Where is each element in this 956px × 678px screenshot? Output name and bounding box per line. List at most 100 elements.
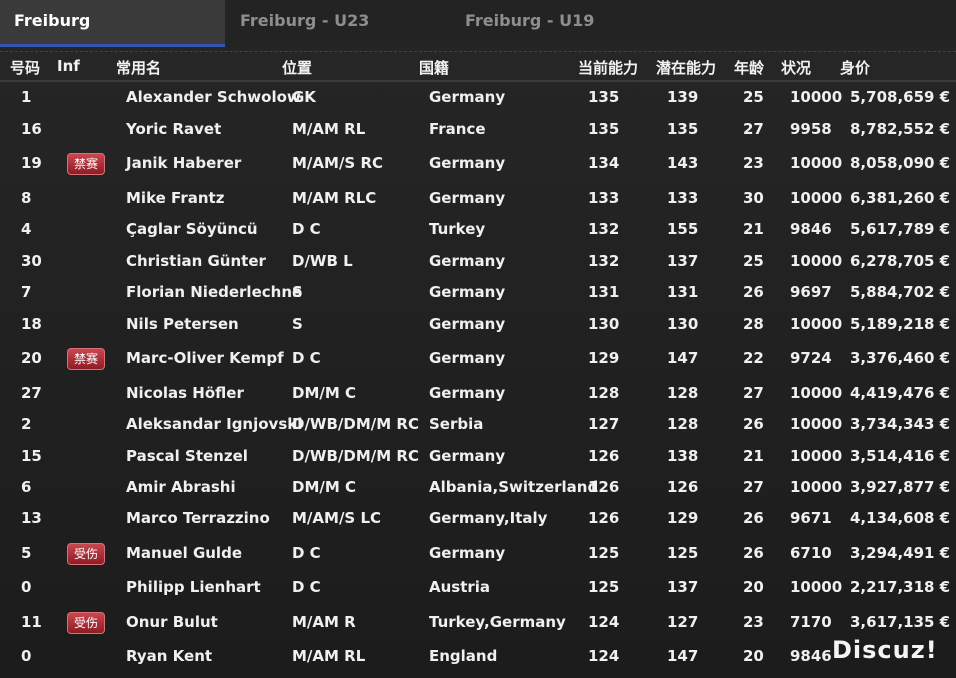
injury-badge[interactable]: 受伤: [67, 543, 105, 565]
player-nation: Germany: [429, 154, 506, 172]
player-number: 27: [21, 384, 42, 402]
player-potential-ability: 128: [667, 415, 699, 433]
table-row[interactable]: 16 Yoric Ravet M/AM RL France 135 135 27 9958 8,…: [0, 120, 956, 140]
player-position: D/WB/DM/M RC: [292, 415, 419, 433]
table-row[interactable]: 30 Christian Günter D/WB L Germany 132 137 25 1…: [0, 252, 956, 272]
player-value: 6,278,705 €: [850, 252, 951, 270]
table-row[interactable]: 11 Onur Bulut M/AM R Turkey,Germany 124 127 23…: [0, 612, 956, 634]
player-potential-ability: 139: [667, 88, 699, 106]
squad-tab-bar: Freiburg Freiburg - U23 Freiburg - U19: [0, 0, 956, 47]
player-number: 8: [21, 189, 32, 207]
column-header-number[interactable]: 号码: [10, 57, 40, 78]
table-row[interactable]: 18 Nils Petersen S Germany 130 130 28 10000 5,18…: [0, 315, 956, 335]
player-condition: 6710: [790, 544, 832, 562]
player-condition: 9846: [790, 220, 832, 238]
player-name: Nicolas Höfler: [126, 384, 244, 402]
table-row[interactable]: 27 Nicolas Höfler DM/M C Germany 128 128 27 100…: [0, 384, 956, 404]
table-row[interactable]: 4 Çaglar Söyüncü D C Turkey 132 155 21 9846 5,61…: [0, 220, 956, 240]
player-condition: 10000: [790, 88, 843, 106]
column-header-value[interactable]: 身价: [840, 57, 870, 78]
player-value: 3,294,491 €: [850, 544, 951, 562]
column-header-age[interactable]: 年龄: [734, 57, 764, 78]
table-row[interactable]: 19 Janik Haberer M/AM/S RC Germany 134 143 23 1…: [0, 153, 956, 175]
player-name: Marc-Oliver Kempf: [126, 349, 284, 367]
player-position: D C: [292, 349, 321, 367]
player-nation: Austria: [429, 578, 491, 596]
table-row[interactable]: 0 Philipp Lienhart D C Austria 125 137 20 10000…: [0, 578, 956, 598]
column-header-name[interactable]: 常用名: [116, 57, 161, 78]
player-number: 6: [21, 478, 32, 496]
table-row[interactable]: 2 Aleksandar Ignjovski D/WB/DM/M RC Serbia 1…: [0, 415, 956, 435]
player-number: 20: [21, 349, 42, 367]
player-name: Ryan Kent: [126, 647, 213, 665]
tab-freiburg-u19[interactable]: Freiburg - U19: [465, 0, 594, 44]
column-header-position[interactable]: 位置: [282, 57, 312, 78]
player-position: M/AM/S LC: [292, 509, 382, 527]
watermark-logo: Discuz!: [832, 636, 938, 664]
player-condition: 10000: [790, 447, 843, 465]
player-value: 3,514,416 €: [850, 447, 951, 465]
player-age: 26: [743, 509, 764, 527]
table-row[interactable]: 15 Pascal Stenzel D/WB/DM/M RC Germany 126 13…: [0, 447, 956, 467]
player-current-ability: 125: [588, 544, 620, 562]
tab-freiburg-u23[interactable]: Freiburg - U23: [240, 0, 369, 44]
player-nation: England: [429, 647, 498, 665]
player-nation: Germany: [429, 88, 506, 106]
player-potential-ability: 126: [667, 478, 699, 496]
player-current-ability: 128: [588, 384, 620, 402]
player-age: 27: [743, 384, 764, 402]
column-header-inf[interactable]: Inf: [57, 57, 80, 75]
player-condition: 10000: [790, 578, 843, 596]
player-position: D C: [292, 220, 321, 238]
column-header-condition[interactable]: 状况: [781, 57, 811, 78]
table-row[interactable]: 7 Florian Niederlechne S Germany 131 131 26 969…: [0, 283, 956, 303]
table-row[interactable]: 6 Amir Abrashi DM/M C Albania,Switzerland 12…: [0, 478, 956, 498]
column-header-pa[interactable]: 潜在能力: [656, 57, 716, 78]
player-nation: Germany,Italy: [429, 509, 548, 527]
player-current-ability: 126: [588, 509, 620, 527]
player-current-ability: 132: [588, 220, 620, 238]
player-name: Marco Terrazzino: [126, 509, 270, 527]
player-name: Philipp Lienhart: [126, 578, 261, 596]
player-nation: Albania,Switzerland: [429, 478, 599, 496]
player-age: 22: [743, 349, 764, 367]
column-header-ca[interactable]: 当前能力: [578, 57, 638, 78]
table-row[interactable]: 1 Alexander Schwolow GK Germany 135 139 25 1000…: [0, 88, 956, 108]
player-nation: Germany: [429, 315, 506, 333]
player-condition: 10000: [790, 478, 843, 496]
player-potential-ability: 129: [667, 509, 699, 527]
player-value: 8,058,090 €: [850, 154, 951, 172]
player-position: S: [292, 283, 303, 301]
suspension-badge[interactable]: 禁赛: [67, 348, 105, 370]
player-position: DM/M C: [292, 478, 357, 496]
table-row[interactable]: 13 Marco Terrazzino M/AM/S LC Germany,Italy…: [0, 509, 956, 529]
player-name: Alexander Schwolow: [126, 88, 301, 106]
player-number: 18: [21, 315, 42, 333]
player-position: M/AM RL: [292, 647, 366, 665]
player-age: 26: [743, 283, 764, 301]
player-nation: Turkey,Germany: [429, 613, 566, 631]
player-position: M/AM/S RC: [292, 154, 384, 172]
player-value: 3,617,135 €: [850, 613, 951, 631]
table-row[interactable]: 0 Ryan Kent M/AM RL England 124 147 20 9846: [0, 647, 956, 667]
player-potential-ability: 128: [667, 384, 699, 402]
player-potential-ability: 131: [667, 283, 699, 301]
player-nation: Germany: [429, 447, 506, 465]
table-row[interactable]: 5 Manuel Gulde D C Germany 125 125 26 6710 3,294…: [0, 543, 956, 565]
player-potential-ability: 135: [667, 120, 699, 138]
player-potential-ability: 127: [667, 613, 699, 631]
column-header-nation[interactable]: 国籍: [419, 57, 449, 78]
player-potential-ability: 137: [667, 252, 699, 270]
player-position: DM/M C: [292, 384, 357, 402]
player-current-ability: 127: [588, 415, 620, 433]
player-condition: 10000: [790, 384, 843, 402]
player-potential-ability: 143: [667, 154, 699, 172]
injury-badge[interactable]: 受伤: [67, 612, 105, 634]
player-name: Janik Haberer: [126, 154, 242, 172]
player-name: Çaglar Söyüncü: [126, 220, 258, 238]
player-position: M/AM RLC: [292, 189, 377, 207]
table-row[interactable]: 20 Marc-Oliver Kempf D C Germany 129 147 22 972…: [0, 348, 956, 370]
suspension-badge[interactable]: 禁赛: [67, 153, 105, 175]
tab-freiburg[interactable]: Freiburg: [0, 0, 225, 47]
table-row[interactable]: 8 Mike Frantz M/AM RLC Germany 133 133 30 10000…: [0, 189, 956, 209]
